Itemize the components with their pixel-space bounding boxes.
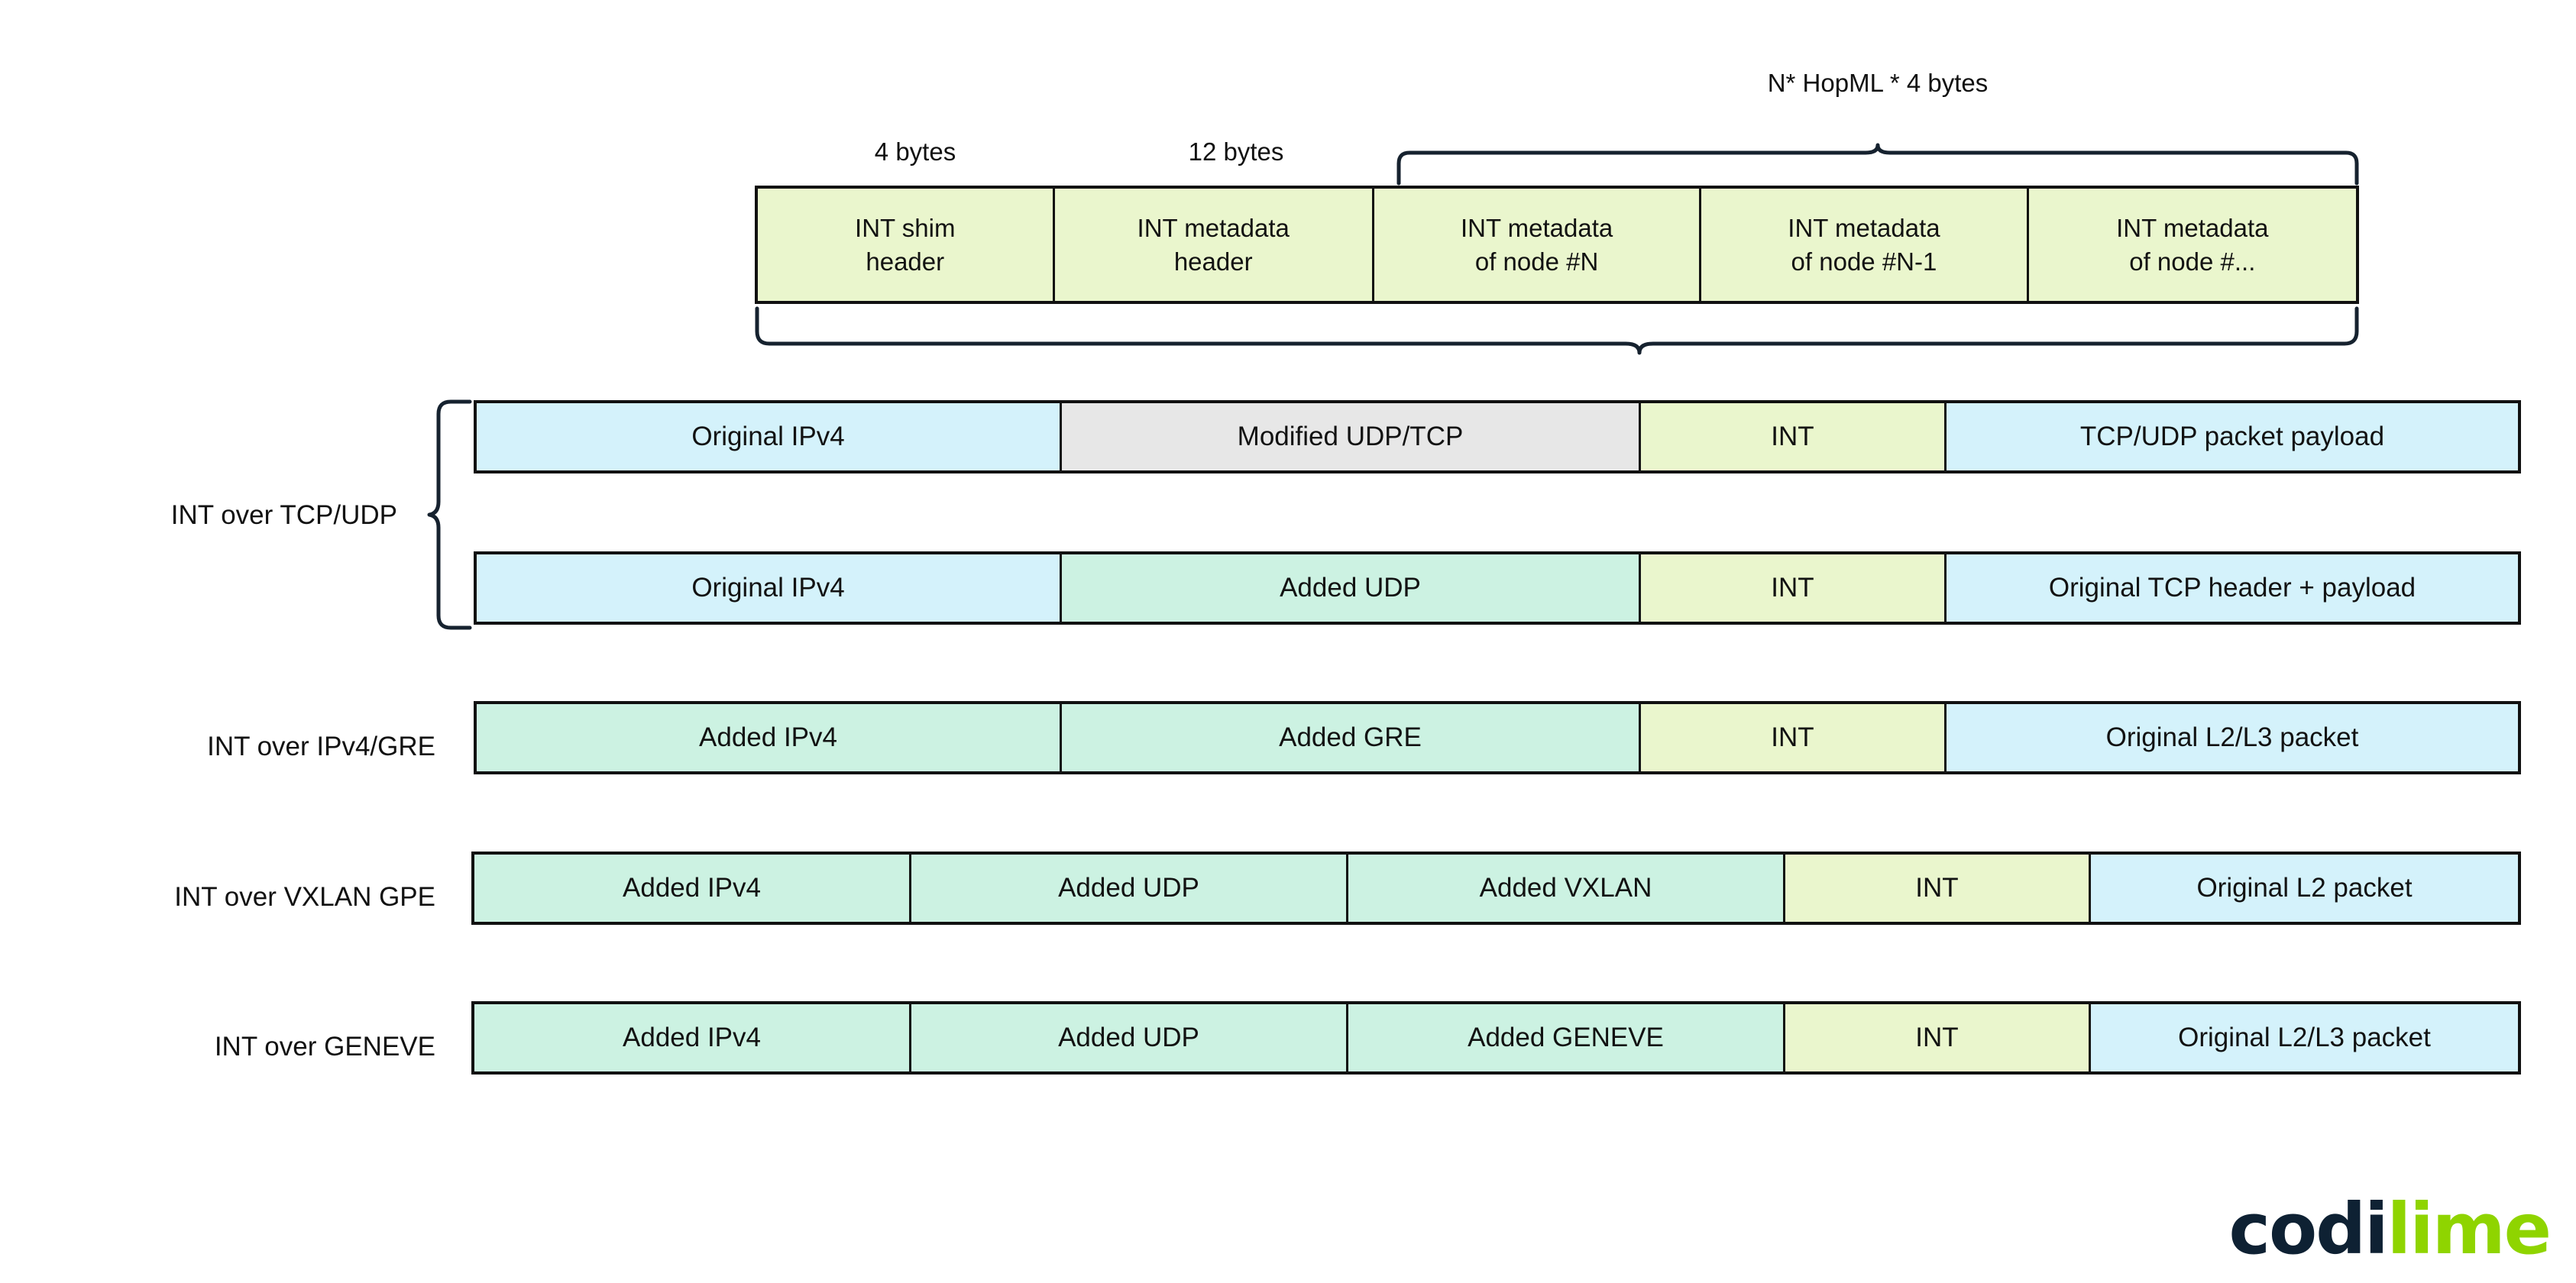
packet-segment: Original L2/L3 packet <box>2091 1004 2518 1071</box>
brace-hopml-top <box>1396 143 2359 186</box>
packet-segment: Added IPv4 <box>474 1004 911 1071</box>
brace-int-header-bottom <box>755 306 2359 355</box>
int-header-cell-shim: INT shim header <box>758 189 1055 301</box>
int-header-cell-line1: INT metadata <box>1788 213 1940 242</box>
packet-segment: INT <box>1641 554 1947 622</box>
packet-segment: Original IPv4 <box>477 403 1062 470</box>
int-header-cell-metadata-header: INT metadata header <box>1054 189 1374 301</box>
packet-segment: Original L2/L3 packet <box>1947 704 2518 771</box>
row-label-int-over-geneve: INT over GENEVE <box>214 1032 435 1062</box>
logo-text-lime: lime <box>2387 1188 2552 1270</box>
packet-segment: Added UDP <box>911 855 1348 922</box>
packet-row: Added IPv4 Added GRE INT Original L2/L3 … <box>474 701 2521 774</box>
int-header-cell-line1: INT shim <box>855 213 956 242</box>
codilime-logo: codilime <box>2229 1194 2552 1265</box>
packet-segment: Added GRE <box>1062 704 1641 771</box>
packet-segment: Added VXLAN <box>1348 855 1785 922</box>
int-header-strip: INT shim header INT metadata header INT … <box>755 186 2359 304</box>
packet-row: Added IPv4 Added UDP Added GENEVE INT Or… <box>471 1001 2521 1075</box>
int-header-cell-line2: header <box>1173 247 1253 276</box>
size-caption-hopml-bytes: N* HopML * 4 bytes <box>1767 69 1989 97</box>
packet-row: Original IPv4 Modified UDP/TCP INT TCP/U… <box>474 400 2521 473</box>
int-header-cell-node-n: INT metadata of node #N <box>1374 189 1702 301</box>
packet-row: Original IPv4 Added UDP INT Original TCP… <box>474 551 2521 625</box>
int-header-cell-line1: INT metadata <box>1460 213 1613 242</box>
packet-segment: Added IPv4 <box>474 855 911 922</box>
packet-segment: Added IPv4 <box>477 704 1062 771</box>
packet-segment: Original IPv4 <box>477 554 1062 622</box>
int-header-cell-line2: of node #... <box>2129 247 2256 276</box>
size-caption-12-bytes: 12 bytes <box>1188 137 1284 166</box>
int-header-cell-line1: INT metadata <box>1137 213 1290 242</box>
int-header-cell-line1: INT metadata <box>2116 213 2269 242</box>
packet-segment: Modified UDP/TCP <box>1062 403 1641 470</box>
packet-segment: Added UDP <box>911 1004 1348 1071</box>
packet-segment: INT <box>1785 1004 2091 1071</box>
int-header-cell-line2: of node #N-1 <box>1791 247 1937 276</box>
row-label-int-over-vxlan-gpe: INT over VXLAN GPE <box>174 882 435 912</box>
int-header-cell-node-n-minus-1: INT metadata of node #N-1 <box>1701 189 2029 301</box>
packet-segment: Added UDP <box>1062 554 1641 622</box>
size-caption-4-bytes: 4 bytes <box>874 137 956 166</box>
row-label-int-over-ipv4-gre: INT over IPv4/GRE <box>207 732 435 761</box>
packet-segment: Added GENEVE <box>1348 1004 1785 1071</box>
packet-row: Added IPv4 Added UDP Added VXLAN INT Ori… <box>471 852 2521 925</box>
int-header-cell-node-ellipsis: INT metadata of node #... <box>2028 189 2356 301</box>
packet-segment: INT <box>1641 403 1947 470</box>
packet-segment: TCP/UDP packet payload <box>1947 403 2518 470</box>
packet-segment: Original L2 packet <box>2091 855 2518 922</box>
packet-segment: Original TCP header + payload <box>1947 554 2518 622</box>
group-label-int-over-tcp-udp: INT over TCP/UDP <box>170 500 397 530</box>
int-header-cell-line2: header <box>866 247 945 276</box>
brace-tcp-udp-group <box>427 399 472 630</box>
packet-segment: INT <box>1785 855 2091 922</box>
int-header-cell-line2: of node #N <box>1474 247 1599 276</box>
logo-text-codi: codi <box>2228 1188 2389 1270</box>
packet-segment: INT <box>1641 704 1947 771</box>
